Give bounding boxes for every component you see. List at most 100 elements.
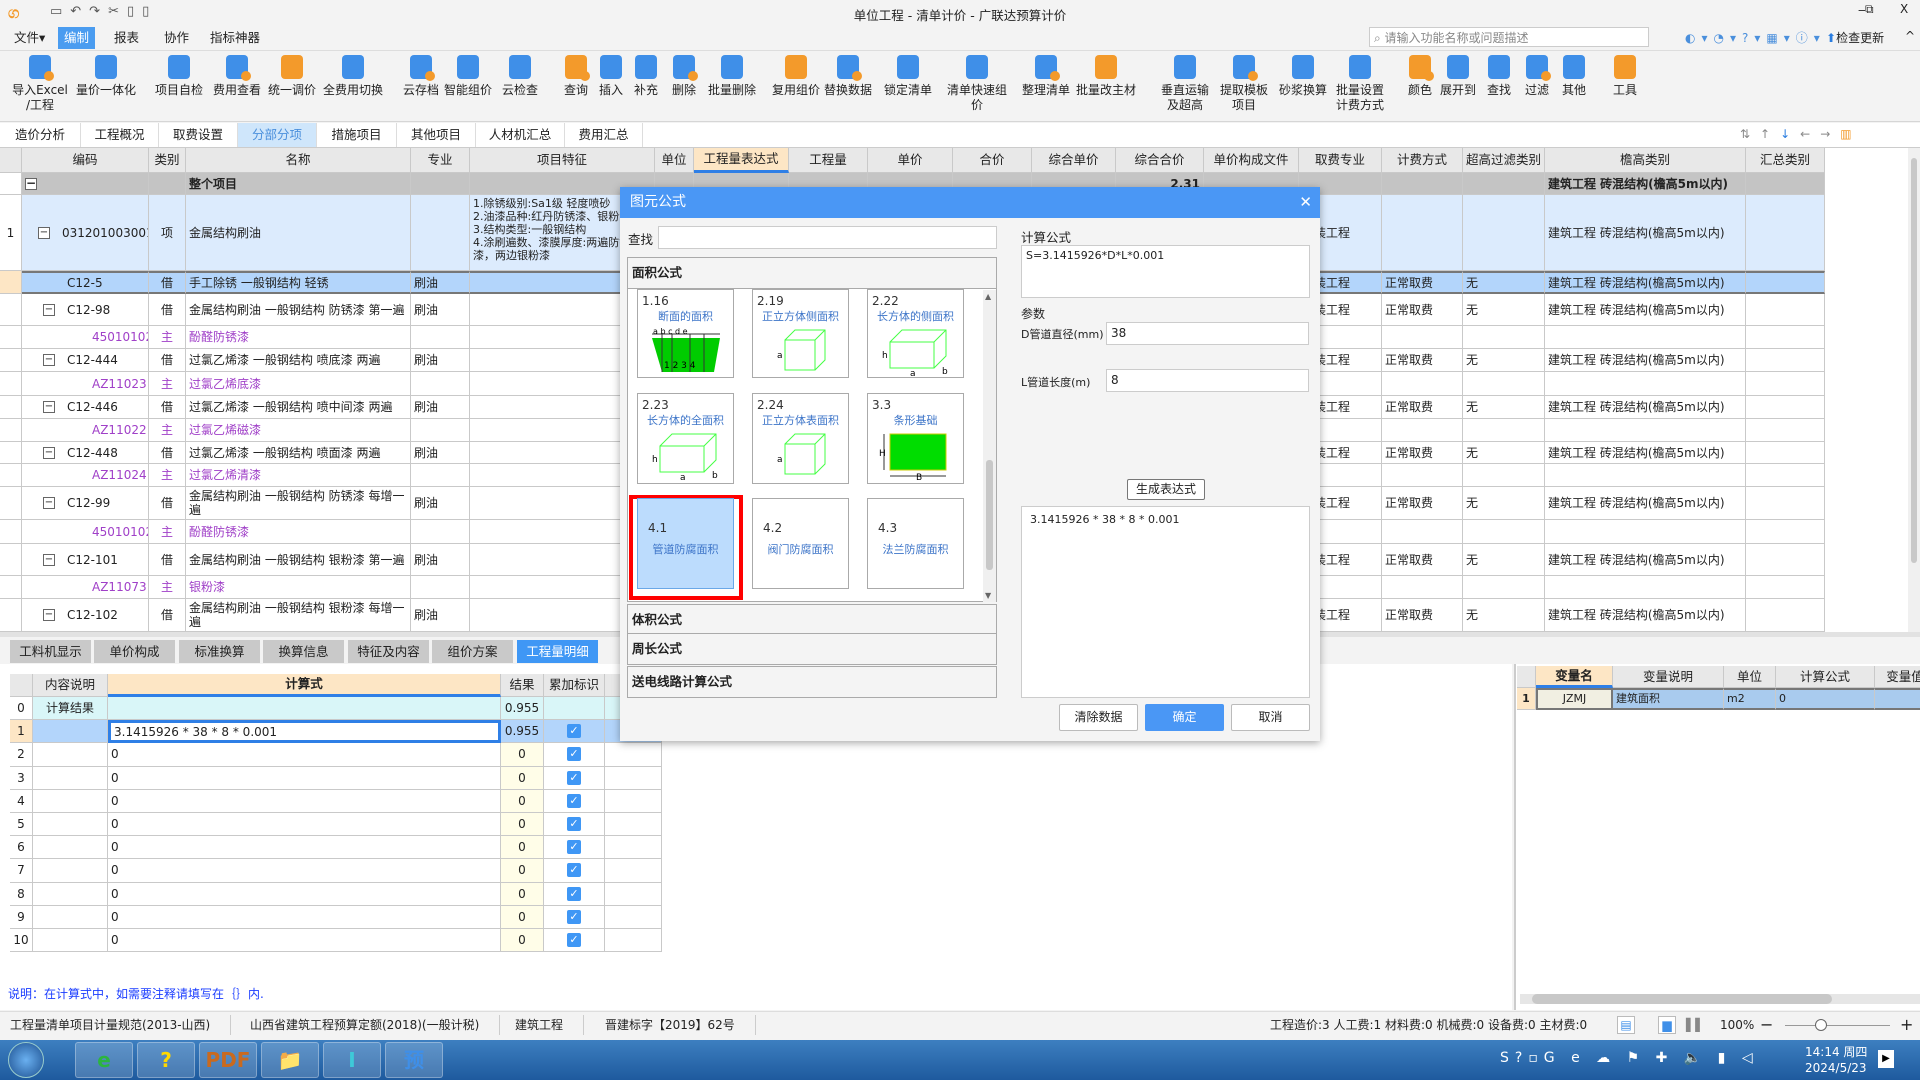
qty-accumulate[interactable]: ✓ [544,836,605,860]
qty-expression[interactable]: 0 [108,882,501,906]
ribbon-button-18[interactable]: 整理清单 [1014,55,1078,98]
cell-chaogao[interactable]: 无 [1463,349,1545,372]
cell-chaogao[interactable]: 无 [1463,294,1545,326]
cell-spec[interactable] [411,520,470,544]
cell-yangao[interactable] [1545,576,1746,599]
cell-col18[interactable] [1746,442,1825,464]
tab-5[interactable]: 其他项目 [397,123,476,147]
restore-icon[interactable]: ⧉ [1865,2,1874,17]
cell-chaogao[interactable] [1463,372,1545,396]
param-l-input[interactable]: 8 [1106,369,1309,392]
formula-tile-2.22[interactable]: 2.22 长方体的侧面积 h a b [867,289,964,378]
qty-accumulate[interactable]: ✓ [544,929,605,953]
var-value[interactable] [1875,688,1920,710]
qty-expression[interactable]: 0 [108,743,501,767]
cell-name[interactable]: 过氯乙烯漆 一般钢结构 喷底漆 两遍 [186,349,411,372]
column-header-9[interactable]: 合价 [953,148,1032,173]
formula-tile-2.24[interactable]: 2.24 正立方体表面积 a [752,393,849,484]
cell-spec[interactable]: 刷油 [411,487,470,520]
cell-col18[interactable] [1746,464,1825,487]
detail-tab-4[interactable]: 特征及内容 [348,640,429,663]
layout-icon-2[interactable]: ▆ [1658,1016,1676,1034]
checkbox-checked-icon[interactable]: ✓ [567,793,581,808]
layout-icon-1[interactable]: ▤ [1617,1016,1635,1034]
cell-chaogao[interactable]: 无 [1463,442,1545,464]
qty-desc[interactable] [33,929,108,953]
collapse-ribbon-icon[interactable]: ^ [1905,29,1915,43]
cell-spec[interactable] [411,464,470,487]
var-header-5[interactable]: 变量值 [1875,666,1920,688]
check-update-button[interactable]: ⬆检查更新 [1826,29,1884,46]
qty-accumulate[interactable]: ✓ [544,720,605,744]
collapse-icon[interactable]: − [43,553,55,566]
column-header-5[interactable]: 单位 [655,148,694,173]
qty-accumulate[interactable]: ✓ [544,905,605,929]
qty-ref[interactable] [605,813,662,837]
var-unit[interactable]: m2 [1724,688,1776,710]
cell-chaogao[interactable]: 无 [1463,487,1545,520]
cell-chaogao[interactable] [1463,464,1545,487]
cell-name[interactable]: 金属结构刷油 一般钢结构 防锈漆 第一遍 [186,294,411,326]
cell-code[interactable]: AZ11024 [22,464,149,487]
detail-tab-2[interactable]: 标准换算 [179,640,260,663]
cell-yangao[interactable] [1545,419,1746,442]
ribbon-button-0[interactable]: 导入Excel /工程 [8,55,72,113]
cell-yangao[interactable]: 建筑工程 砖混结构(檐高5m以内) [1545,294,1746,326]
cell-jifei[interactable]: 正常取费 [1382,396,1463,419]
ribbon-button-23[interactable]: 批量设置 计费方式 [1328,55,1392,113]
cell-col18[interactable] [1746,326,1825,349]
cell-yangao[interactable] [1545,326,1746,349]
column-header-11[interactable]: 综合合价 [1116,148,1204,173]
formula-tile-3.3[interactable]: 3.3 条形基础 H B [867,393,964,484]
menu-0[interactable]: 文件▾ [8,27,51,49]
formula-section-0[interactable]: 体积公式 [627,604,997,636]
qty-ref[interactable] [605,743,662,767]
tray-icons[interactable]: S?▫G e ☁ ⚑ ✚ 🔈 ▮ ◁ [1500,1050,1759,1066]
cell-code[interactable]: C12-446− [22,396,149,419]
ribbon-button-5[interactable]: 全费用切换 [321,55,385,98]
ribbon-button-20[interactable]: 垂直运输 及超高 [1153,55,1217,113]
cell-jifei[interactable]: 正常取费 [1382,271,1463,294]
cell-col18[interactable] [1746,520,1825,544]
ribbon-button-19[interactable]: 批量改主材 [1074,55,1138,98]
cell-jifei[interactable]: 正常取费 [1382,442,1463,464]
taskbar-app-4[interactable]: I [323,1042,381,1078]
ribbon-button-4[interactable]: 统一调价 [260,55,324,98]
qty-desc[interactable] [33,905,108,929]
qty-ref[interactable] [605,766,662,790]
cell-spec[interactable]: 刷油 [411,349,470,372]
cell-jifei[interactable]: 正常取费 [1382,544,1463,576]
column-header-2[interactable]: 名称 [186,148,411,173]
tab-7[interactable]: 费用汇总 [565,123,643,147]
cell-name[interactable]: 过氯乙烯磁漆 [186,419,411,442]
cell-spec[interactable] [411,326,470,349]
qty-accumulate[interactable]: ✓ [544,859,605,883]
qty-expression[interactable]: 0 [108,789,501,813]
cell-code[interactable]: AZ11073 [22,576,149,599]
taskbar-app-1[interactable]: ? [137,1042,195,1078]
help-tools[interactable]: ◐▾◔▾?▾▦▾ⓘ▾ [1685,29,1826,46]
cell-jifei[interactable] [1382,372,1463,396]
cell-col18[interactable] [1746,294,1825,326]
zoom-out-icon[interactable]: − [1760,1012,1773,1038]
collapse-icon[interactable]: − [38,226,50,239]
cell-yangao[interactable] [1545,464,1746,487]
cancel-button[interactable]: 取消 [1231,704,1310,731]
horizontal-scrollbar[interactable] [1520,994,1920,1004]
row-nav-icons[interactable]: ⇅↑↓←→▥ [1740,127,1862,141]
zoom-in-icon[interactable]: + [1900,1012,1913,1038]
start-button[interactable] [8,1042,44,1078]
cell-name[interactable]: 金属结构刷油 [186,195,411,271]
cell-col18[interactable] [1746,271,1825,294]
checkbox-checked-icon[interactable]: ✓ [567,770,581,785]
cell-code[interactable]: C12-99− [22,487,149,520]
cell-yangao[interactable]: 建筑工程 砖混结构(檐高5m以内) [1545,442,1746,464]
cell-name[interactable]: 金属结构刷油 一般钢结构 防锈漆 每增一遍 [186,487,411,520]
collapse-icon[interactable]: − [43,303,55,316]
qty-header-3[interactable]: 结果 [501,674,544,697]
ribbon-button-1[interactable]: 量价一体化 [74,55,138,98]
detail-tab-1[interactable]: 单价构成 [94,640,175,663]
cell-spec[interactable] [411,372,470,396]
qty-desc[interactable] [33,859,108,883]
close-icon[interactable]: X [1900,2,1908,16]
